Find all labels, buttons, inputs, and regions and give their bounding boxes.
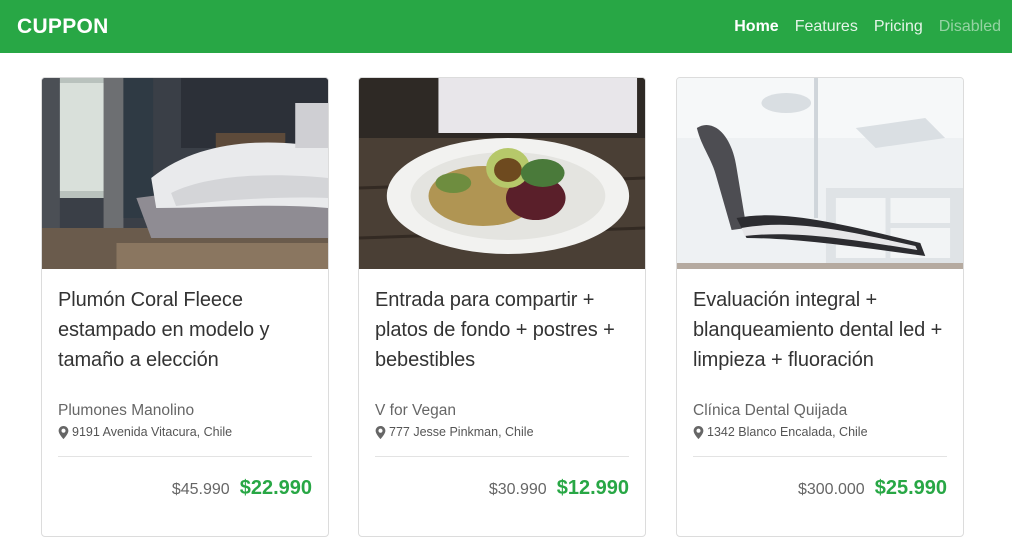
brand-logo[interactable]: CUPPON — [17, 15, 109, 39]
location: 777 Jesse Pinkman, Chile — [375, 425, 629, 439]
navbar: CUPPON Home Features Pricing Disabled — [0, 0, 1012, 53]
deal-card[interactable]: Plumón Coral Fleece estampado en modelo … — [41, 77, 329, 537]
divider — [58, 456, 312, 457]
deal-title[interactable]: Evaluación integral + blanqueamiento den… — [693, 285, 947, 375]
nav-link-home[interactable]: Home — [734, 18, 778, 36]
original-price: $30.990 — [488, 481, 547, 498]
deal-title[interactable]: Entrada para compartir + platos de fondo… — [375, 285, 629, 375]
deal-card[interactable]: Entrada para compartir + platos de fondo… — [358, 77, 646, 537]
deal-card[interactable]: Evaluación integral + blanqueamiento den… — [676, 77, 964, 537]
price-row: $300.000 $25.990 — [693, 477, 947, 500]
nav-link-features[interactable]: Features — [795, 18, 858, 36]
divider — [693, 456, 947, 457]
nav-links: Home Features Pricing Disabled — [734, 18, 1001, 36]
price-row: $30.990 $12.990 — [375, 477, 629, 500]
discount-price: $12.990 — [556, 477, 629, 499]
deal-image-salad[interactable] — [359, 78, 645, 269]
nav-link-disabled: Disabled — [938, 17, 1001, 35]
original-price: $300.000 — [797, 481, 865, 498]
discount-price: $25.990 — [874, 477, 947, 499]
map-pin-icon — [58, 425, 69, 439]
address: 1342 Blanco Encalada, Chile — [707, 425, 868, 439]
map-pin-icon — [375, 425, 386, 439]
address: 777 Jesse Pinkman, Chile — [389, 425, 534, 439]
merchant-name: Plumones Manolino — [58, 402, 195, 419]
merchant-name: V for Vegan — [375, 402, 457, 419]
price-row: $45.990 $22.990 — [58, 477, 312, 500]
deal-title[interactable]: Plumón Coral Fleece estampado en modelo … — [58, 285, 312, 375]
address: 9191 Avenida Vitacura, Chile — [72, 425, 233, 439]
merchant-name: Clínica Dental Quijada — [693, 402, 848, 419]
original-price: $45.990 — [171, 481, 230, 498]
location: 1342 Blanco Encalada, Chile — [693, 425, 947, 439]
nav-link-pricing[interactable]: Pricing — [874, 18, 923, 36]
deal-image-dental[interactable] — [677, 78, 963, 269]
location: 9191 Avenida Vitacura, Chile — [58, 425, 312, 439]
map-pin-icon — [693, 425, 704, 439]
divider — [375, 456, 629, 457]
discount-price: $22.990 — [239, 477, 312, 499]
deal-image-bedroom[interactable] — [42, 78, 328, 269]
